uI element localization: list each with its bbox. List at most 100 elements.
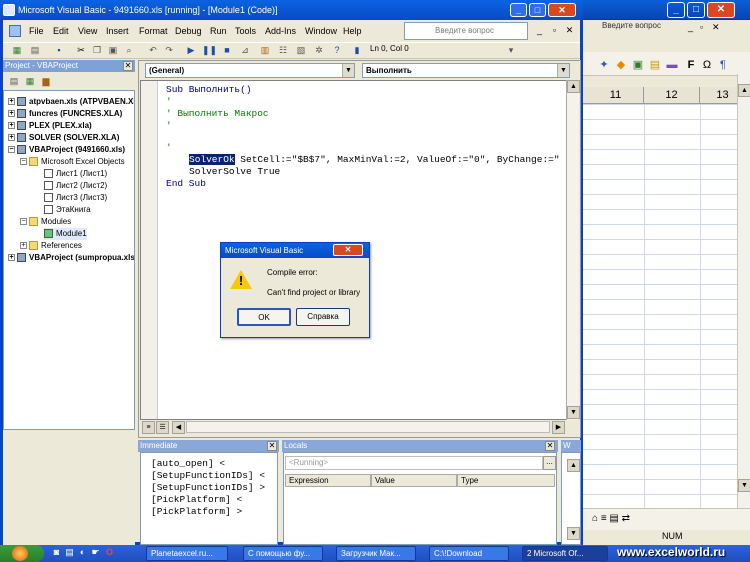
toolbox-icon[interactable]: ✲	[312, 43, 326, 57]
immediate-close-icon[interactable]: ✕	[267, 441, 277, 451]
quicklaunch-icon[interactable]: ☛	[90, 546, 101, 559]
code-line[interactable]: '	[166, 96, 172, 108]
scroll-right-icon[interactable]: ▶	[552, 421, 565, 434]
code-line[interactable]: End Sub	[166, 178, 206, 190]
tree-item[interactable]: + References	[20, 240, 82, 252]
taskbar-item[interactable]: C:\!Download	[429, 546, 509, 561]
excel-tool-icon[interactable]: ▤	[648, 58, 662, 72]
quicklaunch-icon[interactable]: ◐	[77, 546, 88, 559]
tree-item[interactable]: Лист1 (Лист1)	[44, 168, 107, 180]
object-combo[interactable]: (General) ▼	[145, 63, 355, 78]
project-close-icon[interactable]: ✕	[123, 61, 133, 71]
quicklaunch-icon[interactable]: ◙	[51, 546, 62, 559]
excel-col-12[interactable]: 12	[644, 87, 700, 104]
scroll-up-icon[interactable]: ▲	[738, 84, 750, 97]
align-icon[interactable]: ⌂ ≡ ▤ ⇄	[592, 513, 630, 524]
break-icon[interactable]: ❚❚	[202, 43, 217, 57]
excel-minimize-button[interactable]: _	[667, 2, 685, 18]
menu-addins[interactable]: Add-Ins	[265, 24, 296, 38]
code-line[interactable]: SolverSolve True	[189, 166, 280, 178]
code-margin[interactable]	[141, 81, 158, 419]
menu-tools[interactable]: Tools	[235, 24, 256, 38]
locals-col-type[interactable]: Type	[457, 474, 555, 487]
taskbar-item-active[interactable]: 2 Microsoft Of...	[522, 546, 608, 561]
code-vertical-scrollbar[interactable]: ▲ ▼	[566, 80, 580, 420]
tree-item-selected[interactable]: Module1	[44, 228, 87, 240]
menu-edit[interactable]: Edit	[53, 24, 69, 38]
redo-icon[interactable]: ↷	[162, 43, 176, 57]
excel-help-input[interactable]: Введите вопрос	[594, 19, 684, 34]
design-mode-icon[interactable]: ⊿	[238, 43, 252, 57]
code-minimize-icon[interactable]: _	[534, 25, 545, 36]
tree-item[interactable]: + VBAProject (sumpropua.xls)	[8, 252, 134, 264]
view-object-icon[interactable]: ▦	[23, 74, 37, 88]
scroll-left-icon[interactable]: ◀	[172, 421, 185, 434]
scroll-up-icon[interactable]: ▲	[567, 459, 580, 472]
tree-item[interactable]: Лист3 (Лист3)	[44, 192, 107, 204]
excel-tool-icon[interactable]: ¶	[716, 58, 730, 72]
menu-file[interactable]: File	[29, 24, 44, 38]
dialog-close-icon[interactable]: ✕	[333, 244, 363, 256]
reset-icon[interactable]: ■	[220, 43, 234, 57]
excel-tool-icon[interactable]: ◆	[614, 58, 628, 72]
code-restore-icon[interactable]: ▫	[549, 25, 560, 36]
ok-button[interactable]: OK	[237, 308, 291, 326]
view-excel-icon[interactable]: ▦	[10, 43, 24, 57]
excel-maximize-button[interactable]: □	[687, 2, 705, 18]
procedure-view-icon[interactable]: ≡	[142, 421, 155, 434]
code-line[interactable]: ' Выполнить Макрос	[166, 108, 269, 120]
scroll-down-icon[interactable]: ▼	[567, 406, 580, 419]
scroll-up-icon[interactable]: ▲	[567, 80, 580, 93]
scroll-down-icon[interactable]: ▼	[738, 479, 750, 492]
excel-omega-icon[interactable]: Ω	[700, 58, 714, 72]
object-browser-icon[interactable]: ▧	[294, 43, 308, 57]
excel-col-11[interactable]: 11	[588, 87, 644, 104]
tree-item[interactable]: − Microsoft Excel Objects	[20, 156, 125, 168]
insert-module-icon[interactable]: ▤	[28, 43, 42, 57]
quicklaunch-icon[interactable]: ▤	[64, 546, 75, 559]
excel-function-icon[interactable]: F	[684, 58, 698, 72]
help-button[interactable]: Справка	[296, 308, 350, 326]
code-close-icon[interactable]: ✕	[564, 25, 575, 36]
taskbar-item[interactable]: С помощью фу...	[243, 546, 323, 561]
locals-close-icon[interactable]: ✕	[545, 441, 555, 451]
menu-view[interactable]: View	[78, 24, 97, 38]
undo-icon[interactable]: ↶	[146, 43, 160, 57]
find-icon[interactable]: ⌕	[122, 43, 136, 57]
excel-close-doc-icon[interactable]: ✕	[712, 22, 720, 33]
vbe-help-input[interactable]: Введите вопрос	[404, 22, 528, 40]
menu-insert[interactable]: Insert	[106, 24, 129, 38]
scroll-down-icon[interactable]: ▼	[567, 527, 580, 540]
help-icon[interactable]: ?	[330, 43, 344, 57]
hscroll-track[interactable]	[186, 421, 550, 433]
windows-logo-icon[interactable]	[12, 546, 28, 561]
cut-icon[interactable]: ✂	[74, 43, 88, 57]
vbe-doc-icon[interactable]	[9, 25, 21, 37]
opera-icon[interactable]: O	[104, 546, 115, 559]
tree-item[interactable]: + PLEX (PLEX.xla)	[8, 120, 92, 132]
excel-vertical-scrollbar[interactable]: ▲ ▼	[737, 74, 750, 510]
tree-item[interactable]: + SOLVER (SOLVER.XLA)	[8, 132, 119, 144]
paste-icon[interactable]: ▣	[106, 43, 120, 57]
locals-col-value[interactable]: Value	[371, 474, 457, 487]
menu-run[interactable]: Run	[210, 24, 227, 38]
run-icon[interactable]: ▶	[184, 43, 198, 57]
taskbar-item[interactable]: Загрузчик Мак...	[336, 546, 416, 561]
excel-grid[interactable]	[580, 104, 742, 510]
excel-min-doc-icon[interactable]: _	[688, 22, 693, 32]
toolbar-options-icon[interactable]: ▾	[504, 43, 518, 57]
procedure-combo[interactable]: Выполнить ▼	[362, 63, 570, 78]
locals-col-expression[interactable]: Expression	[285, 474, 371, 487]
vbe-maximize-button[interactable]: □	[529, 3, 546, 17]
excel-tool-icon[interactable]: ▣	[631, 58, 645, 72]
tree-item[interactable]: − VBAProject (9491660.xls)	[8, 144, 125, 156]
tree-item[interactable]: + funcres (FUNCRES.XLA)	[8, 108, 122, 120]
tree-item[interactable]: ЭтаКнига	[44, 204, 91, 216]
tree-item[interactable]: Лист2 (Лист2)	[44, 180, 107, 192]
code-line[interactable]: '	[166, 120, 172, 132]
tree-item[interactable]: − Modules	[20, 216, 71, 228]
module-view-icon[interactable]: ☰	[156, 421, 169, 434]
view-code-icon[interactable]: ▤	[7, 74, 21, 88]
toggle-folders-icon[interactable]: ▆	[39, 74, 53, 88]
menu-debug[interactable]: Debug	[175, 24, 202, 38]
